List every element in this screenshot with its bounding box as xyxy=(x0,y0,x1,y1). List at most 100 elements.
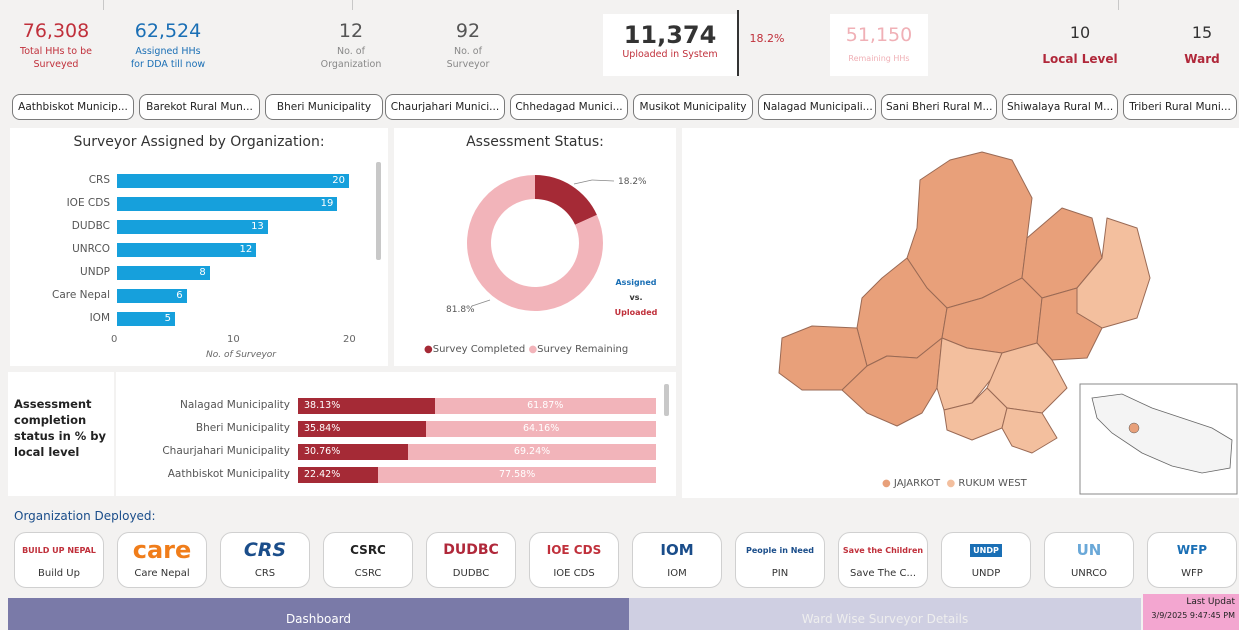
slicer-chip[interactable]: Barekot Rural Mun... xyxy=(139,94,260,120)
slicer-chip[interactable]: Triberi Rural Muni... xyxy=(1123,94,1237,120)
bar-label: IOM xyxy=(89,312,110,324)
slicer-chip[interactable]: Bheri Municipality xyxy=(265,94,383,120)
org-card[interactable]: Save the Children Save The C... xyxy=(838,532,928,588)
bar-value: 8 xyxy=(199,267,206,278)
bar-label: UNRCO xyxy=(72,243,110,255)
completed-segment[interactable]: 22.42% xyxy=(298,467,379,483)
bar-value: 6 xyxy=(176,290,183,301)
kpi-remaining-label: Remaining HHs xyxy=(848,54,910,63)
org-name: WFP xyxy=(1181,568,1203,579)
remaining-segment[interactable]: 61.87% xyxy=(434,398,656,414)
org-logo-text: Save the Children xyxy=(842,545,924,555)
slicer-chip[interactable]: Shiwalaya Rural M... xyxy=(1002,94,1118,120)
slicer-chip[interactable]: Musikot Municipality xyxy=(633,94,753,120)
org-card[interactable]: BUILD UP NEPAL Build Up xyxy=(14,532,104,588)
x-axis-title: No. of Surveyor xyxy=(206,350,277,360)
slicer-chip[interactable]: Sani Bheri Rural M... xyxy=(881,94,997,120)
org-logo-text: IOM xyxy=(660,541,694,559)
completion-title: Assessment completion status in % by loc… xyxy=(14,397,107,459)
map-region xyxy=(1001,407,1058,454)
bar-label: Aathbiskot Municipality xyxy=(167,468,290,480)
bar-label: IOE CDS xyxy=(66,197,110,209)
org-logo-text: IOE CDS xyxy=(546,543,602,557)
scrollbar[interactable] xyxy=(664,384,669,416)
org-logo: CSRC xyxy=(324,533,412,567)
org-card[interactable]: care Care Nepal xyxy=(117,532,207,588)
kpi-organizations-label2: Organization xyxy=(320,59,382,70)
slicer-chip[interactable]: Nalagad Municipali... xyxy=(758,94,876,120)
bar-label: Care Nepal xyxy=(52,289,110,301)
tab-dashboard[interactable]: Dashboard xyxy=(8,598,629,630)
x-tick-label: 10 xyxy=(227,334,240,345)
org-name: DUDBC xyxy=(452,568,490,579)
legend-completed: Survey Completed xyxy=(432,344,526,355)
bar-value: 19 xyxy=(320,198,334,209)
map-panel: ● JAJARKOT ● RUKUM WEST xyxy=(682,128,1239,498)
slicer-chip[interactable]: Aathbiskot Municip... xyxy=(12,94,134,120)
org-name: IOE CDS xyxy=(553,568,595,579)
assessment-status-panel: Assessment Status: 18.2% 81.8% Assigned … xyxy=(394,128,676,366)
org-card[interactable]: DUDBC DUDBC xyxy=(426,532,516,588)
leader-line xyxy=(591,179,615,182)
org-name: PIN xyxy=(771,568,789,579)
donut-slice[interactable] xyxy=(535,175,597,225)
completion-chart-panel: Nalagad Municipality 38.13% 61.87% Bheri Mu… xyxy=(116,372,676,496)
map-legend: ● JAJARKOT ● RUKUM WEST xyxy=(882,478,1027,489)
surveyor-chart-panel: Surveyor Assigned by Organization: CRS 20… xyxy=(10,128,388,366)
org-logo-text: CSRC xyxy=(350,543,386,557)
organizations-title: Organization Deployed: xyxy=(14,509,156,523)
org-logo: WFP xyxy=(1148,533,1236,567)
kpi-assigned-hhs-label2: for DDA till now xyxy=(130,59,206,70)
org-name: UNDP xyxy=(971,568,1001,579)
org-logo-text: BUILD UP NEPAL xyxy=(22,545,96,555)
completed-segment[interactable]: 30.76% xyxy=(298,444,409,460)
org-logo: DUDBC xyxy=(427,533,515,567)
org-logo-text: DUDBC xyxy=(443,542,499,558)
vs-label: vs. xyxy=(629,293,643,302)
municipality-slicer: Aathbiskot Municip... Barekot Rural Mun.… xyxy=(8,92,1239,122)
kpi-organizations: 12 No. of Organization xyxy=(306,20,396,71)
org-card[interactable]: IOM IOM xyxy=(632,532,722,588)
completion-title-panel: Assessment completion status in % by loc… xyxy=(8,372,114,496)
org-name: CSRC xyxy=(354,568,382,579)
org-logo-text: UNDP xyxy=(970,543,1002,557)
assigned-label: Assigned xyxy=(615,278,657,287)
donut-chart xyxy=(467,175,615,311)
org-logo: UN xyxy=(1045,533,1133,567)
legend-remaining: Survey Remaining xyxy=(537,344,629,355)
district-map[interactable] xyxy=(682,128,1239,498)
kpi-assigned-hhs-label1: Assigned HHs xyxy=(135,46,201,57)
kpi-ward-value: 15 xyxy=(1191,23,1213,42)
bar-value: 13 xyxy=(251,221,264,232)
tab-ward-wise[interactable]: Ward Wise Surveyor Details xyxy=(629,598,1141,630)
kpi-total-hhs-label1: Total HHs to be xyxy=(20,46,92,57)
kpi-surveyors-label2: Surveyor xyxy=(446,59,490,70)
completed-segment[interactable]: 38.13% xyxy=(298,398,435,414)
org-card[interactable]: UN UNRCO xyxy=(1044,532,1134,588)
org-card[interactable]: IOE CDS IOE CDS xyxy=(529,532,619,588)
org-card[interactable]: CRS CRS xyxy=(220,532,310,588)
org-card[interactable]: CSRC CSRC xyxy=(323,532,413,588)
slicer-chip[interactable]: Chaurjahari Munici... xyxy=(385,94,505,120)
kpi-surveyors: 92 No. of Surveyor xyxy=(423,20,513,71)
remaining-segment[interactable]: 69.24% xyxy=(408,444,656,460)
completed-segment[interactable]: 35.84% xyxy=(298,421,427,437)
last-updated-time: 3/9/2025 9:47:45 PM xyxy=(1151,611,1235,620)
org-card[interactable]: WFP WFP xyxy=(1147,532,1237,588)
kpi-total-hhs-label2: Surveyed xyxy=(33,59,79,70)
slicer-chip[interactable]: Chhedagad Munici... xyxy=(510,94,628,120)
org-card[interactable]: People in Need PIN xyxy=(735,532,825,588)
kpi-organizations-value: 12 xyxy=(338,20,364,42)
last-updated-box: Last Updat 3/9/2025 9:47:45 PM xyxy=(1143,594,1239,630)
org-logo: People in Need xyxy=(736,533,824,567)
org-card[interactable]: UNDP UNDP xyxy=(941,532,1031,588)
donut-legend: ●Survey Completed ●Survey Remaining xyxy=(424,344,629,355)
bar-value: 12 xyxy=(239,244,253,255)
org-name: Build Up xyxy=(38,568,80,579)
kpi-assigned-hhs-value: 62,524 xyxy=(134,20,202,42)
completed-label: 18.2% xyxy=(618,177,647,187)
remaining-segment[interactable]: 64.16% xyxy=(426,421,656,437)
org-logo-text: care xyxy=(132,536,192,564)
remaining-segment[interactable]: 77.58% xyxy=(378,467,656,483)
scrollbar[interactable] xyxy=(376,162,381,260)
